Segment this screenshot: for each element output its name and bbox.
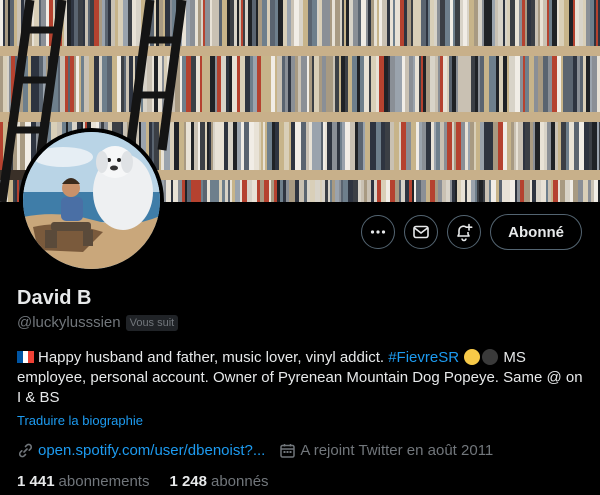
following-stat[interactable]: 1 441 abonnements	[17, 473, 149, 490]
france-flag-icon	[17, 349, 34, 363]
avatar[interactable]	[19, 128, 164, 273]
followers-label: abonnés	[211, 473, 269, 490]
profile-actions: Abonné	[361, 214, 582, 250]
profile-meta: open.spotify.com/user/dbenoist?... A rej…	[17, 442, 493, 459]
black-circle-icon	[482, 349, 499, 365]
yellow-circle-icon	[464, 349, 481, 365]
avatar-image	[23, 132, 160, 269]
link-icon	[18, 443, 33, 458]
envelope-icon	[413, 225, 429, 239]
display-name: David B	[17, 287, 92, 309]
join-date-text: A rejoint Twitter en août 2011	[300, 442, 494, 459]
notifications-button[interactable]	[447, 215, 482, 249]
more-horizontal-icon	[371, 230, 386, 234]
join-date: A rejoint Twitter en août 2011	[279, 442, 493, 459]
translate-bio-link[interactable]: Traduire la biographie	[17, 413, 143, 428]
handle-row: @luckylusssien Vous suit	[17, 314, 179, 331]
profile-bio: Happy husband and father, music lover, v…	[17, 348, 587, 408]
bio-text-1: Happy husband and father, music lover, v…	[38, 349, 389, 366]
website-link-text[interactable]: open.spotify.com/user/dbenoist?...	[38, 442, 265, 459]
user-handle: @luckylusssien	[17, 314, 121, 331]
following-label: abonnements	[58, 473, 150, 490]
follows-you-badge: Vous suit	[125, 314, 179, 331]
calendar-icon	[280, 444, 296, 458]
bell-plus-icon	[457, 223, 473, 242]
following-count: 1 441	[17, 473, 55, 490]
following-button[interactable]: Abonné	[490, 214, 582, 250]
more-options-button[interactable]	[361, 215, 396, 249]
followers-count: 1 248	[169, 473, 207, 490]
website-link[interactable]: open.spotify.com/user/dbenoist?...	[17, 442, 265, 459]
message-button[interactable]	[404, 215, 439, 249]
bio-hashtag[interactable]: #FievreSR	[388, 349, 459, 366]
follow-stats: 1 441 abonnements 1 248 abonnés	[17, 473, 269, 490]
followers-stat[interactable]: 1 248 abonnés	[169, 473, 268, 490]
